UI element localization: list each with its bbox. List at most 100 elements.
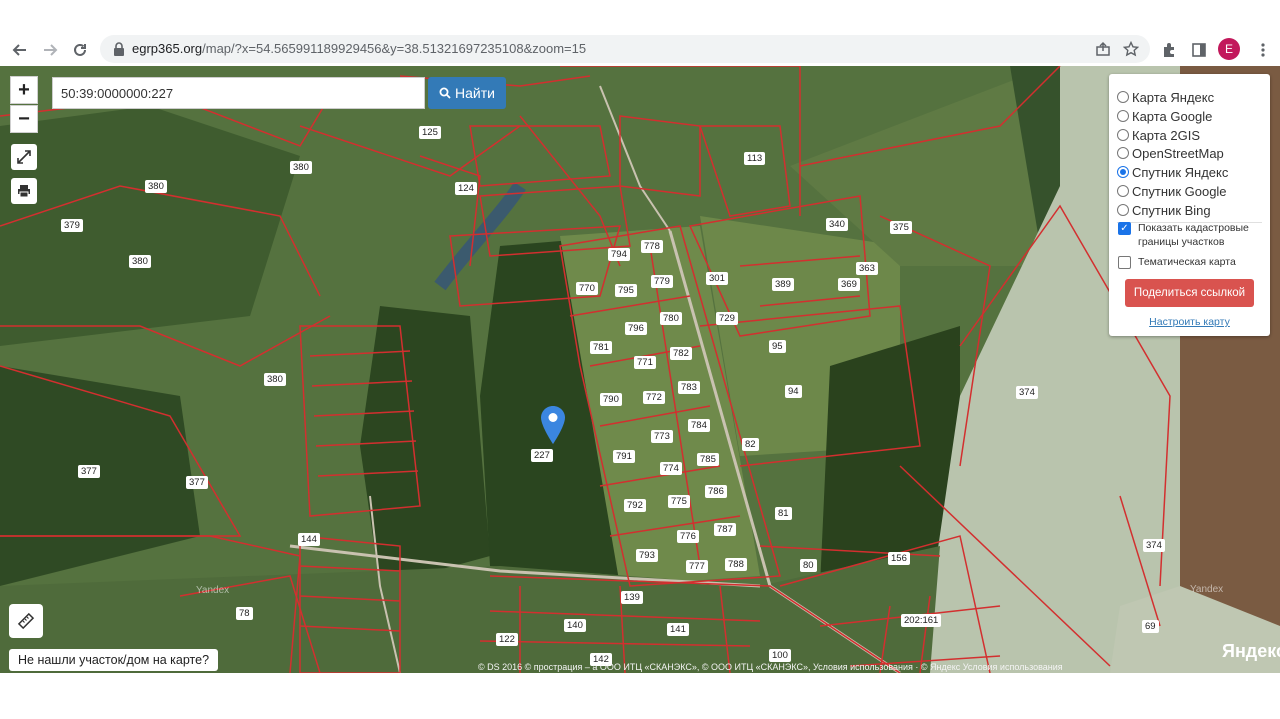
checkbox-checked-icon[interactable]: ✓ [1118, 222, 1131, 235]
parcel-label[interactable]: 776 [677, 530, 699, 543]
ruler-button[interactable] [9, 604, 43, 638]
parcel-label[interactable]: 380 [145, 180, 167, 193]
parcel-label[interactable]: 95 [769, 340, 786, 353]
parcel-label[interactable]: 794 [608, 248, 630, 261]
map-view[interactable]: 380 380 380 380 379 377 377 125 124 113 … [0, 66, 1280, 673]
parcel-label[interactable]: 784 [688, 419, 710, 432]
parcel-label[interactable]: 100 [769, 649, 791, 662]
parcel-label[interactable]: 779 [651, 275, 673, 288]
cadastral-search-input[interactable] [52, 77, 425, 109]
parcel-label[interactable]: 374 [1016, 386, 1038, 399]
parcel-label[interactable]: 82 [742, 438, 759, 451]
parcel-label[interactable]: 377 [186, 476, 208, 489]
radio-icon[interactable] [1117, 185, 1129, 197]
layer-option-google-map[interactable]: Карта Google [1117, 107, 1212, 125]
layer-option-openstreetmap[interactable]: OpenStreetMap [1117, 144, 1224, 162]
parcel-label[interactable]: 122 [496, 633, 518, 646]
parcel-label[interactable]: 374 [1143, 539, 1165, 552]
parcel-label[interactable]: 775 [668, 495, 690, 508]
parcel-label[interactable]: 69 [1142, 620, 1159, 633]
parcel-label[interactable]: 227 [531, 449, 553, 462]
bookmark-star-icon[interactable] [1118, 36, 1144, 62]
share-page-icon[interactable] [1090, 36, 1116, 62]
parcel-label[interactable]: 113 [744, 152, 766, 165]
parcel-label[interactable]: 795 [615, 284, 637, 297]
parcel-label[interactable]: 363 [856, 262, 878, 275]
layer-option-yandex-map[interactable]: Карта Яндекс [1117, 88, 1214, 106]
parcel-label[interactable]: 771 [634, 356, 656, 369]
zoom-out-button[interactable]: − [10, 105, 38, 133]
parcel-label[interactable]: 202:161 [901, 614, 942, 627]
fullscreen-button[interactable] [11, 144, 37, 170]
radio-icon[interactable] [1117, 91, 1129, 103]
parcel-label[interactable]: 785 [697, 453, 719, 466]
parcel-label[interactable]: 125 [419, 126, 441, 139]
parcel-label[interactable]: 389 [772, 278, 794, 291]
parcel-label[interactable]: 340 [826, 218, 848, 231]
show-cadastral-toggle[interactable]: ✓ Показать кадастровые границы участков [1118, 221, 1258, 249]
radio-icon[interactable] [1117, 129, 1129, 141]
parcel-label[interactable]: 369 [838, 278, 860, 291]
parcel-label[interactable]: 94 [785, 385, 802, 398]
parcel-label[interactable]: 787 [714, 523, 736, 536]
side-panel-icon[interactable] [1186, 37, 1212, 63]
parcel-label[interactable]: 380 [129, 255, 151, 268]
parcel-label[interactable]: 793 [636, 549, 658, 562]
parcel-label[interactable]: 792 [624, 499, 646, 512]
parcel-label[interactable]: 81 [775, 507, 792, 520]
parcel-label[interactable]: 729 [716, 312, 738, 325]
radio-icon[interactable] [1117, 204, 1129, 216]
parcel-label[interactable]: 788 [725, 558, 747, 571]
address-bar[interactable]: egrp365.org/map/?x=54.565991189929456&y=… [100, 35, 1150, 63]
reload-icon[interactable] [67, 37, 93, 63]
checkbox-icon[interactable] [1118, 256, 1131, 269]
parcel-label[interactable]: 139 [621, 591, 643, 604]
parcel-label[interactable]: 777 [686, 560, 708, 573]
parcel-label[interactable]: 796 [625, 322, 647, 335]
location-marker-icon[interactable] [541, 406, 565, 444]
search-button[interactable]: Найти [428, 77, 506, 109]
parcel-label[interactable]: 156 [888, 552, 910, 565]
parcel-label[interactable]: 778 [641, 240, 663, 253]
parcel-label[interactable]: 781 [590, 341, 612, 354]
parcel-label[interactable]: 144 [298, 533, 320, 546]
parcel-label[interactable]: 772 [643, 391, 665, 404]
map-attribution[interactable]: © DS 2016 © прострация – a ООО ИТЦ «СКАН… [478, 662, 1268, 672]
parcel-label[interactable]: 770 [576, 282, 598, 295]
layer-option-yandex-satellite[interactable]: Спутник Яндекс [1117, 163, 1228, 181]
forward-arrow-icon[interactable] [37, 37, 63, 63]
profile-avatar[interactable]: E [1218, 38, 1240, 60]
parcel-label[interactable]: 783 [678, 381, 700, 394]
radio-icon[interactable] [1117, 110, 1129, 122]
parcel-label[interactable]: 124 [455, 182, 477, 195]
layer-option-bing-satellite[interactable]: Спутник Bing [1117, 201, 1211, 219]
parcel-label[interactable]: 140 [564, 619, 586, 632]
parcel-label[interactable]: 791 [613, 450, 635, 463]
configure-map-link[interactable]: Настроить карту [1109, 316, 1270, 328]
menu-kebab-icon[interactable] [1250, 37, 1276, 63]
print-button[interactable] [11, 178, 37, 204]
parcel-label[interactable]: 782 [670, 347, 692, 360]
thematic-map-toggle[interactable]: Тематическая карта [1118, 255, 1258, 269]
parcel-label[interactable]: 80 [800, 559, 817, 572]
parcel-label[interactable]: 786 [705, 485, 727, 498]
zoom-in-button[interactable]: + [10, 76, 38, 104]
yandex-logo[interactable]: Яндекс [1222, 641, 1280, 662]
parcel-label[interactable]: 78 [236, 607, 253, 620]
radio-selected-icon[interactable] [1117, 166, 1129, 178]
not-found-link[interactable]: Не нашли участок/дом на карте? [9, 649, 219, 671]
parcel-label[interactable]: 774 [660, 462, 682, 475]
parcel-label[interactable]: 773 [651, 430, 673, 443]
parcel-label[interactable]: 301 [706, 272, 728, 285]
share-link-button[interactable]: Поделиться ссылкой [1125, 279, 1254, 307]
radio-icon[interactable] [1117, 147, 1129, 159]
parcel-label[interactable]: 780 [660, 312, 682, 325]
lock-icon[interactable] [112, 41, 126, 57]
back-arrow-icon[interactable] [7, 37, 33, 63]
parcel-label[interactable]: 379 [61, 219, 83, 232]
extensions-icon[interactable] [1156, 37, 1182, 63]
parcel-label[interactable]: 380 [264, 373, 286, 386]
parcel-label[interactable]: 141 [667, 623, 689, 636]
url-text[interactable]: egrp365.org/map/?x=54.565991189929456&y=… [132, 41, 586, 56]
layer-option-google-satellite[interactable]: Спутник Google [1117, 182, 1227, 200]
